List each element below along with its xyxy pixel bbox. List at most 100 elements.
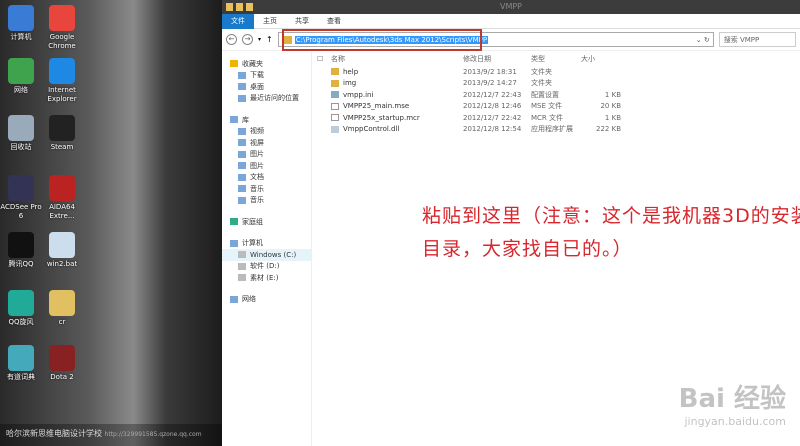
up-button[interactable]: ↑ [266, 35, 273, 44]
back-button[interactable]: ← [226, 34, 237, 45]
nav-item[interactable]: 桌面 [222, 81, 311, 93]
nav-item[interactable]: 视频 [222, 126, 311, 138]
library-icon [238, 150, 246, 158]
nav-item[interactable]: 图片 [222, 160, 311, 172]
nav-item[interactable]: 图片 [222, 149, 311, 161]
desktop-icon[interactable]: 计算机 [0, 5, 43, 42]
desktop-icon[interactable]: win2.bat [40, 232, 84, 269]
nav-label: 软件 (D:) [250, 262, 280, 271]
nav-label: Windows (C:) [250, 250, 297, 259]
nav-homegroup[interactable]: 家庭组 [222, 216, 311, 228]
nav-computer[interactable]: 计算机 [222, 238, 311, 250]
desktop-icon[interactable]: 有道词典 [0, 345, 43, 382]
quick-access-toolbar[interactable] [226, 3, 253, 11]
desktop-icon[interactable]: Google Chrome [40, 5, 84, 51]
desktop-icon[interactable]: Internet Explorer [40, 58, 84, 104]
chevron-down-icon[interactable]: ⌄ ↻ [696, 36, 710, 44]
folder-icon [238, 94, 246, 102]
forward-button[interactable]: → [242, 34, 253, 45]
app-icon [8, 290, 34, 316]
app-icon [49, 5, 75, 31]
app-icon [49, 345, 75, 371]
nav-network[interactable]: 网络 [222, 294, 311, 306]
app-icon [49, 115, 75, 141]
ribbon-tabs: 文件 主页 共享 查看 [222, 13, 800, 29]
file-size: 20 KB [600, 102, 621, 111]
desktop-icon[interactable]: 腾讯QQ [0, 232, 43, 269]
desktop-icon[interactable]: 网络 [0, 58, 43, 95]
file-row[interactable]: VMPP25_main.mse 2012/12/8 12:46 MSE 文件 20 K… [317, 101, 800, 113]
file-size: 222 KB [596, 125, 621, 134]
nav-item[interactable]: 下载 [222, 70, 311, 82]
file-row[interactable]: img 2013/9/2 14:27 文件夹 [317, 78, 800, 90]
nav-label: 音乐 [250, 184, 264, 193]
desktop-icon[interactable]: 回收站 [0, 115, 43, 152]
nav-favorites[interactable]: 收藏夹 [222, 58, 311, 70]
tab-file[interactable]: 文件 [222, 13, 254, 29]
nav-drive[interactable]: 软件 (D:) [222, 261, 311, 273]
ini-icon [331, 91, 339, 99]
desktop-icon[interactable]: Steam [40, 115, 84, 152]
desktop-icon-label: QQ旋风 [8, 318, 34, 326]
column-size[interactable]: 大小 [581, 54, 621, 64]
file-date: 2013/9/2 18:31 [463, 67, 517, 76]
star-icon [230, 60, 238, 68]
column-date[interactable]: 修改日期 [463, 54, 531, 64]
app-icon [49, 290, 75, 316]
app-icon [8, 175, 34, 201]
recent-dropdown-icon[interactable]: ▾ [258, 36, 261, 43]
file-date: 2012/12/8 12:54 [463, 125, 522, 134]
address-highlight [282, 29, 482, 51]
nav-drive[interactable]: Windows (C:) [222, 249, 311, 261]
desktop-icon[interactable]: AIDA64 Extre... [40, 175, 84, 221]
desktop-icon[interactable]: ACDSee Pro 6 [0, 175, 43, 221]
nav-item[interactable]: 视屏 [222, 137, 311, 149]
nav-item[interactable]: 音乐 [222, 183, 311, 195]
nav-item[interactable]: 音乐 [222, 195, 311, 207]
file-name: VMPP25_main.mse [343, 102, 410, 111]
nav-label: 视频 [250, 127, 264, 136]
watermark-url: jingyan.baidu.com [684, 415, 786, 428]
file-type: MCR 文件 [531, 113, 564, 122]
file-size: 1 KB [604, 113, 621, 122]
nav-library[interactable]: 库 [222, 114, 311, 126]
library-icon [238, 139, 246, 147]
file-date: 2012/12/7 22:43 [463, 90, 522, 99]
search-input[interactable]: 搜索 VMPP [718, 32, 796, 47]
properties-icon[interactable] [236, 3, 243, 11]
file-row[interactable]: VmppControl.dll 2012/12/8 12:54 应用程序扩展 222 … [317, 124, 800, 136]
file-row[interactable]: VMPP25x_startup.mcr 2012/12/7 22:42 MCR 文件… [317, 112, 800, 124]
file-type: 文件夹 [531, 67, 552, 76]
tab-share[interactable]: 共享 [286, 14, 318, 29]
file-date: 2013/9/2 14:27 [463, 79, 517, 88]
select-all-checkbox[interactable]: ☐ [317, 55, 331, 63]
file-row[interactable]: help 2013/9/2 18:31 文件夹 [317, 66, 800, 78]
tab-view[interactable]: 查看 [318, 14, 350, 29]
app-icon [8, 115, 34, 141]
desktop-icon-label: ACDSee Pro 6 [0, 203, 42, 220]
desktop-icon-label: Steam [50, 143, 74, 151]
nav-item[interactable]: 文档 [222, 172, 311, 184]
drive-icon [238, 251, 246, 259]
file-row[interactable]: vmpp.ini 2012/12/7 22:43 配置设置 1 KB [317, 89, 800, 101]
column-type[interactable]: 类型 [531, 54, 581, 64]
app-icon [8, 5, 34, 31]
nav-item[interactable]: 最近访问的位置 [222, 93, 311, 105]
desktop-icon[interactable]: Dota 2 [40, 345, 84, 382]
desktop-icon-label: cr [58, 318, 66, 326]
computer-icon [230, 239, 238, 247]
file-icon [331, 114, 339, 122]
new-folder-icon[interactable] [246, 3, 253, 11]
navigation-pane[interactable]: 收藏夹 下载 桌面 最近访问的位置库视频 视屏 图片 图片 文档 音乐 音乐 家庭组 计算机 Windo… [222, 52, 312, 446]
folder-icon[interactable] [226, 3, 233, 11]
tab-home[interactable]: 主页 [254, 14, 286, 29]
nav-drive[interactable]: 素材 (E:) [222, 272, 311, 284]
desktop-icon[interactable]: QQ旋风 [0, 290, 43, 327]
column-name[interactable]: 名称 [331, 54, 463, 64]
file-name: help [343, 67, 359, 76]
desktop-icon[interactable]: cr [40, 290, 84, 327]
desktop-icon-label: 回收站 [10, 143, 32, 151]
nav-label: 音乐 [250, 196, 264, 205]
nav-label: 图片 [250, 150, 264, 159]
nav-label: 库 [242, 115, 249, 124]
